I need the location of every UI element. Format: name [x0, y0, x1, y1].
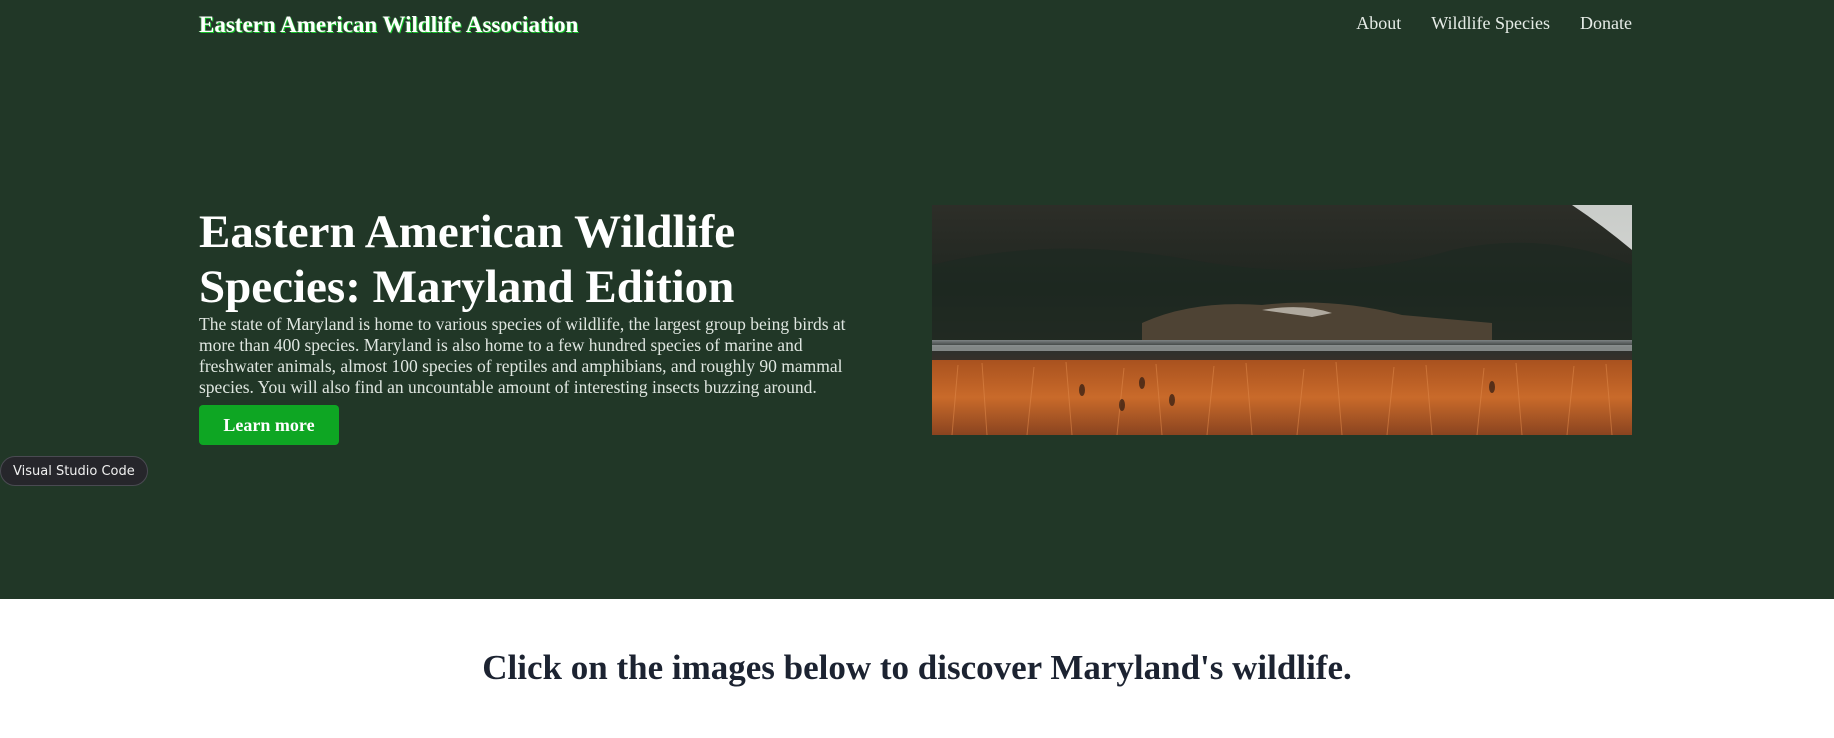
site-brand[interactable]: Eastern American Wildlife Association [199, 12, 578, 38]
hero-description: The state of Maryland is home to various… [199, 314, 846, 397]
nav-link-wildlife-species[interactable]: Wildlife Species [1431, 13, 1550, 34]
vscode-tooltip: Visual Studio Code [0, 456, 148, 486]
nav-link-donate[interactable]: Donate [1580, 13, 1632, 34]
hero-landscape-image [932, 205, 1632, 435]
nav-link-about[interactable]: About [1356, 13, 1401, 34]
learn-more-button[interactable]: Learn more [199, 405, 339, 445]
section-heading: Click on the images below to discover Ma… [482, 648, 1352, 687]
hero-section: Eastern American Wildlife Association Ab… [0, 0, 1834, 599]
hero-title: Eastern American Wildlife Species: Maryl… [199, 206, 736, 313]
main-nav: About Wildlife Species Donate [1356, 13, 1632, 34]
